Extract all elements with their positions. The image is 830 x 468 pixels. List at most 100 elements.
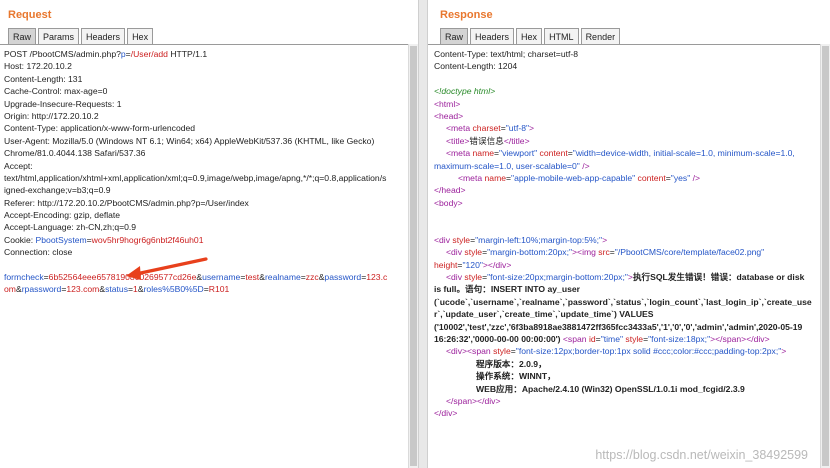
resp-content-type: Content-Type: text/html; charset=utf-8 [434,49,579,59]
attr: style [623,333,644,344]
tag: <div [434,234,451,245]
param-key: realname [264,272,301,283]
attr-value: "margin-left:10%;margin-top:5%;" [475,234,603,245]
attr-value: "/PbootCMS/core/template/face02.png" [614,247,765,258]
attr: name [470,148,495,159]
param-value: test [245,272,260,283]
html-open: <html> [434,98,461,109]
attr-value: "width=device-width, initial-scale=1.0, … [572,148,795,159]
tab-raw[interactable]: Raw [440,28,469,44]
header-accept-encoding: Accept-Encoding: gzip, deflate [4,210,121,221]
tab-html[interactable]: HTML [544,28,579,44]
header-upgrade-insecure: Upgrade-Insecure-Requests: 1 [4,98,122,109]
tab-params[interactable]: Params [38,28,80,44]
div-img-cont: height="120"></div> [434,259,820,271]
os-line: 操作系统：WINNT， [476,371,556,382]
sql-text: 16:26:32','0000-00-00 00:00:00') [434,333,561,344]
div-outer-line: <div style="margin-left:10%;margin-top:5… [434,234,820,246]
request-line-text: POST /PbootCMS/admin.php? [4,49,121,59]
response-title: Response [440,9,493,21]
tab-hex[interactable]: Hex [516,28,543,44]
attr-value: "time" [600,333,624,344]
header-referer: Referer: http://172.20.10.2/PbootCMS/adm… [4,197,249,208]
sql-columns-line: (`ucode`,`username`,`realname`,`password… [434,296,812,307]
header-accept-value-cont: igned-exchange;v=b3;q=0.9 [4,185,111,196]
attr: name [482,172,507,183]
version-div-line: <div><span style="font-size:12px;border-… [434,345,820,357]
tag: ></div> [482,259,512,270]
span-div-close: </span></div> [446,395,501,406]
param-value: om [4,284,16,295]
scrollbar-thumb[interactable] [822,46,829,466]
tab-headers[interactable]: Headers [81,28,126,44]
attr-value: "utf-8" [505,123,530,134]
doctype-line: <!doctype html> [434,86,496,97]
tag: /> [690,172,701,183]
param-key: roles%5B0%5D [143,284,204,295]
attr: src [595,247,610,258]
param-key: rpassword [21,284,62,295]
attr: style [462,272,483,283]
attr: height [434,259,458,270]
div-img-line: <div style="margin-bottom:20px;"><img sr… [434,246,820,258]
request-scrollbar[interactable] [408,44,418,468]
attr: content [537,148,568,159]
cookie-value: wov5hr9hogr6g6nbt2f46uh01 [91,234,204,245]
error-text-line: is full。语句：INSERT INTO ay_user [434,284,580,295]
scrollbar-thumb[interactable] [410,46,417,466]
attr-value: "120" [462,259,483,270]
request-title: Request [8,9,52,21]
tag: <meta [446,148,471,159]
header-accept: Accept: [4,160,33,171]
header-content-type: Content-Type: application/x-www-form-url… [4,123,196,134]
tag: ><img [572,247,596,258]
sql-values-cont: 16:26:32','0000-00-00 00:00:00') <span i… [434,333,820,345]
div-close: </div> [434,408,458,419]
header-accept-language: Accept-Language: zh-CN,zh;q=0.9 [4,222,137,233]
tag: <div [446,272,463,283]
annotation-arrow-icon [126,257,208,280]
attr-value: "apple-mobile-web-app-capable" [511,172,636,183]
tab-render[interactable]: Render [580,28,621,44]
tab-raw[interactable]: Raw [8,28,37,44]
attr: style [462,247,483,258]
param-value: 123.c [366,272,388,283]
web-app-line: WEB应用：Apache/2.4.10 (Win32) OpenSSL/1.0.… [476,383,745,394]
head-open: <head> [434,110,464,121]
param-key: password [324,272,362,283]
header-user-agent-cont: Chrome/81.0.4044.138 Safari/537.36 [4,148,146,159]
response-scrollbar[interactable] [820,44,830,468]
tag: <div><span [446,346,491,357]
title-line: <title>错误信息</title> [434,135,820,147]
pane-divider[interactable] [418,0,428,468]
param-value: 123.com [66,284,100,295]
request-line: POST /PbootCMS/admin.php?p=/User/add HTT… [4,48,408,60]
response-raw-viewer[interactable]: Content-Type: text/html; charset=utf-8 C… [428,44,820,468]
body-open: <body> [434,197,463,208]
tag: > [529,123,535,134]
meta-viewport-cont: maximum-scale=1.0, user-scalable=0" /> [434,160,820,172]
param-key: status [105,284,129,295]
tag: <title> [446,135,470,146]
attr: content [635,172,666,183]
error-text: 执行SQL发生错误！错误：database or disk [632,272,805,283]
http-version: HTTP/1.1 [167,49,208,59]
tag: <span [560,333,587,344]
header-content-length: Content-Length: 131 [4,73,83,84]
response-pane: Response Raw Headers Hex HTML Render Con… [428,0,830,468]
tag: > [781,346,787,357]
attr-value: "viewport" [499,148,538,159]
sql-columns-cont: r`,`update_user`,`create_time`,`update_t… [434,309,654,320]
attr: style [490,346,511,357]
tab-headers[interactable]: Headers [470,28,515,44]
tag: ></span></div> [710,333,770,344]
request-pane: Request Raw Params Headers Hex POST /Pbo… [0,0,418,468]
body-line-2: om&rpassword=123.com&status=1&roles%5B0%… [4,283,408,295]
tab-hex[interactable]: Hex [127,28,154,44]
param-value: R101 [208,284,230,295]
param-value: /User/add [130,49,168,59]
meta-viewport-line: <meta name="viewport" content="width=dev… [434,147,820,159]
meta-charset-line: <meta charset="utf-8"> [434,122,820,134]
